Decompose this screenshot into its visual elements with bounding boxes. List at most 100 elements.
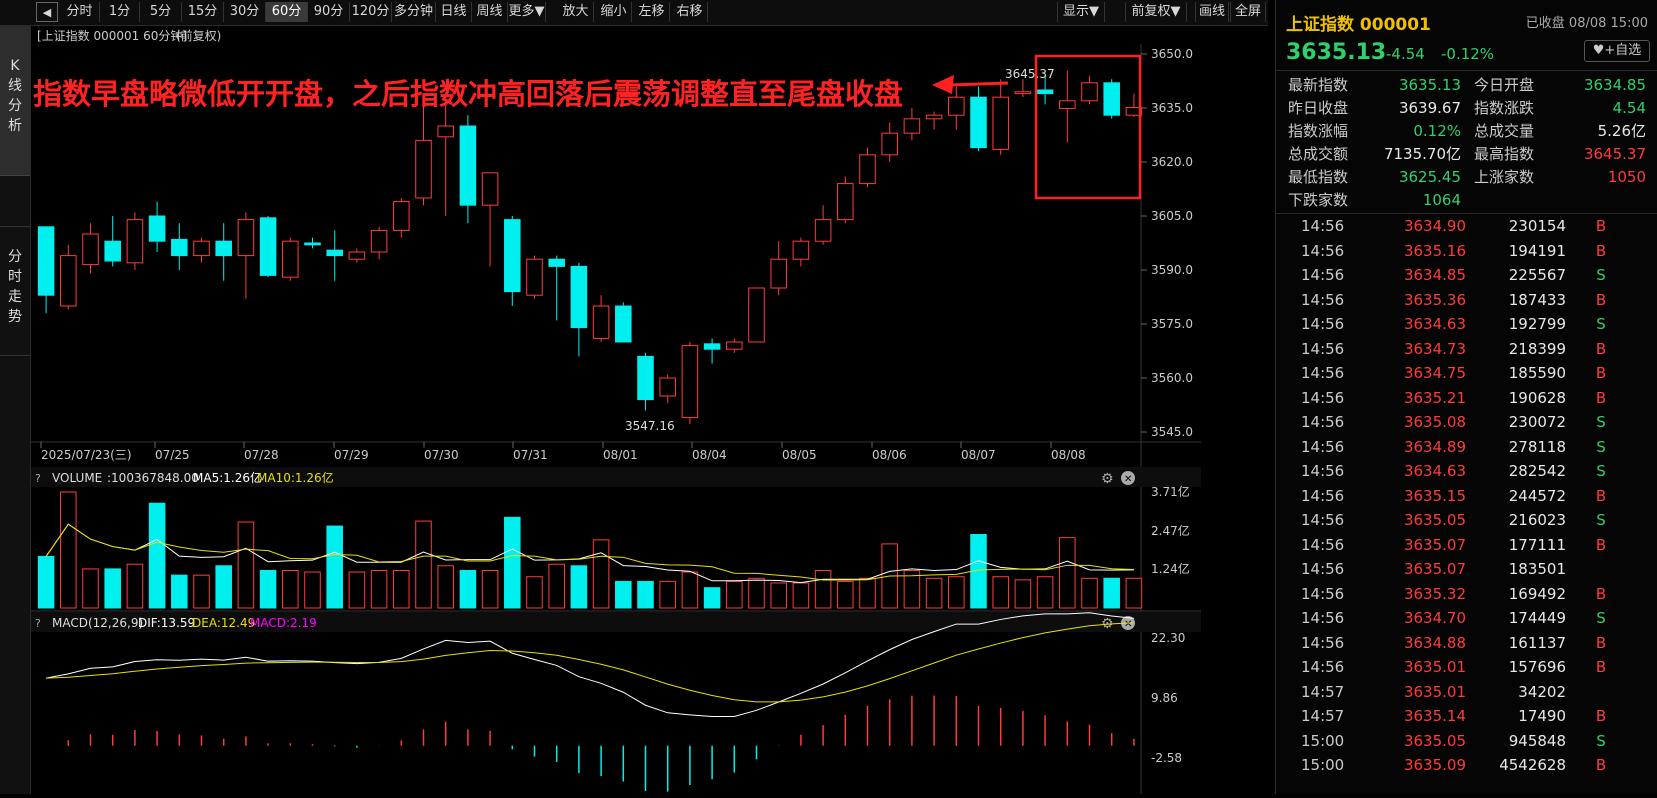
tick-row[interactable]: 14:56 3634.90 230154 B: [1276, 214, 1657, 239]
chart-action-button[interactable]: 左移: [634, 2, 670, 22]
period-button[interactable]: 5分: [140, 2, 182, 22]
candle-body: [903, 118, 921, 134]
tick-volume: 244572: [1508, 486, 1566, 505]
tick-volume: 169492: [1508, 584, 1566, 603]
tick-price: 3635.21: [1403, 388, 1466, 407]
x-tick-label: 08/08: [1051, 448, 1086, 462]
tick-volume: 34202: [1518, 682, 1566, 701]
tick-time: 14:56: [1301, 388, 1345, 407]
tick-direction: B: [1595, 756, 1607, 774]
candle-body: [726, 341, 743, 350]
macd-help-icon[interactable]: ?: [35, 617, 41, 630]
tick-time: 14:56: [1301, 339, 1345, 358]
stat-value: 3639.67: [1398, 99, 1461, 117]
tick-row[interactable]: 15:00 3635.09 4542628 B: [1276, 753, 1657, 778]
tick-row[interactable]: 14:56 3635.21 190628 B: [1276, 386, 1657, 411]
tick-volume: 218399: [1508, 339, 1566, 358]
nav-timeshare-label: 分时走势: [8, 249, 22, 325]
tick-price: 3635.15: [1403, 486, 1466, 505]
x-tick-label: 2025/07/23(三): [41, 448, 132, 462]
back-arrow-icon: ◀: [42, 6, 52, 19]
tick-row[interactable]: 14:56 3635.01 157696 B: [1276, 655, 1657, 680]
tick-row[interactable]: 14:56 3635.08 230072 S: [1276, 410, 1657, 435]
period-button[interactable]: 30分: [224, 2, 266, 22]
tick-row[interactable]: 14:56 3634.88 161137 B: [1276, 631, 1657, 656]
period-button[interactable]: 周线: [472, 2, 508, 22]
period-button[interactable]: 多分钟: [392, 2, 436, 22]
candle-body: [570, 265, 588, 329]
tick-row[interactable]: 14:57 3635.14 17490 B: [1276, 704, 1657, 729]
period-button[interactable]: 分时: [60, 2, 100, 22]
chart-area[interactable]: [上证指数 000001 60分钟] (前复权) 3650.0 3635.0 362…: [31, 26, 1268, 794]
tick-row[interactable]: 14:56 3635.32 169492 B: [1276, 582, 1657, 607]
tick-row[interactable]: 14:56 3634.75 185590 B: [1276, 361, 1657, 386]
toolbar-right-button[interactable]: 显示▼: [1057, 2, 1105, 22]
tick-price: 3634.63: [1403, 462, 1466, 480]
tick-row[interactable]: 14:56 3635.07 177111 B: [1276, 533, 1657, 558]
heart-icon: ♥: [1592, 43, 1605, 58]
tick-row[interactable]: 14:56 3634.63 282542 S: [1276, 459, 1657, 484]
tick-row[interactable]: 14:56 3634.73 218399 B: [1276, 337, 1657, 362]
tick-row[interactable]: 14:56 3634.70 174449 S: [1276, 606, 1657, 631]
y-tick-label: 3560.0: [1151, 371, 1193, 385]
stat-label: 最低指数: [1288, 168, 1349, 186]
tick-row[interactable]: 14:56 3635.15 244572 B: [1276, 484, 1657, 509]
kline-chart-svg[interactable]: [上证指数 000001 60分钟] (前复权) 3650.0 3635.0 362…: [31, 26, 1268, 794]
tick-time: 14:56: [1301, 658, 1345, 676]
volume-settings-gear-icon[interactable]: ⚙: [1101, 471, 1114, 487]
tick-row[interactable]: 14:56 3635.07 183501: [1276, 557, 1657, 582]
tick-price: 3635.07: [1403, 560, 1466, 578]
tick-time: 14:56: [1301, 266, 1345, 284]
tick-direction: B: [1595, 633, 1607, 652]
tick-direction: B: [1595, 339, 1607, 358]
volume-bar: [814, 569, 832, 609]
period-button[interactable]: 1分: [100, 2, 140, 22]
stat-label: 总成交额: [1288, 145, 1349, 163]
tick-row[interactable]: 14:56 3634.85 225567 S: [1276, 263, 1657, 288]
vol-y-tick-label: 1.24亿: [1151, 561, 1190, 576]
volume-bar: [60, 491, 77, 609]
add-favorite-button[interactable]: ♥+自选: [1584, 40, 1650, 62]
tick-row[interactable]: 14:56 3635.36 187433 B: [1276, 288, 1657, 313]
chart-action-button[interactable]: 放大: [558, 2, 594, 22]
chart-action-button[interactable]: 右移: [672, 2, 708, 22]
tick-time: 14:56: [1301, 486, 1345, 505]
chart-action-button[interactable]: 缩小: [596, 2, 632, 22]
price-change: -4.54: [1386, 45, 1425, 63]
tick-row[interactable]: 14:56 3634.89 278118 S: [1276, 435, 1657, 460]
period-button[interactable]: 90分: [308, 2, 350, 22]
toolbar-right-button[interactable]: 画线: [1195, 2, 1229, 22]
period-button[interactable]: 60分: [266, 2, 308, 22]
tick-direction: B: [1595, 584, 1607, 603]
period-button[interactable]: 更多▼: [508, 2, 546, 22]
tick-row[interactable]: 14:56 3635.16 194191 B: [1276, 239, 1657, 264]
tick-row[interactable]: 15:00 3635.05 945848 S: [1276, 729, 1657, 754]
tick-row[interactable]: 14:56 3635.05 216023 S: [1276, 508, 1657, 533]
stat-label: 上涨家数: [1474, 168, 1535, 186]
tick-volume: 177111: [1508, 535, 1566, 554]
period-button[interactable]: 120分: [350, 2, 392, 22]
tick-row[interactable]: 14:56 3634.63 192799 S: [1276, 312, 1657, 337]
tick-volume: 174449: [1508, 609, 1566, 627]
toolbar-right-button[interactable]: 全屏: [1230, 2, 1266, 22]
nav-timeshare[interactable]: 分时走势: [0, 226, 30, 356]
period-button[interactable]: 日线: [436, 2, 472, 22]
volume-help-icon[interactable]: ?: [35, 472, 41, 485]
candle-body: [925, 114, 943, 120]
volume-bar: [792, 582, 810, 609]
period-button[interactable]: 15分: [182, 2, 224, 22]
candle-body: [1059, 100, 1076, 110]
toolbar-right-button[interactable]: 前复权▼: [1125, 2, 1187, 22]
tick-time: 14:56: [1301, 609, 1345, 627]
tick-time: 14:56: [1301, 584, 1345, 603]
y-tick-label: 3620.0: [1151, 155, 1193, 169]
candle-body: [304, 242, 321, 246]
stat-label: 指数涨跌: [1474, 99, 1535, 117]
nav-kline-analysis[interactable]: K线分析: [0, 26, 30, 176]
tick-row[interactable]: 14:57 3635.01 34202: [1276, 680, 1657, 705]
tick-price: 3634.73: [1403, 339, 1466, 358]
back-button[interactable]: ◀: [36, 2, 58, 22]
tick-volume: 187433: [1508, 290, 1566, 309]
tick-price: 3635.05: [1403, 731, 1466, 750]
tick-time: 14:56: [1301, 535, 1345, 554]
